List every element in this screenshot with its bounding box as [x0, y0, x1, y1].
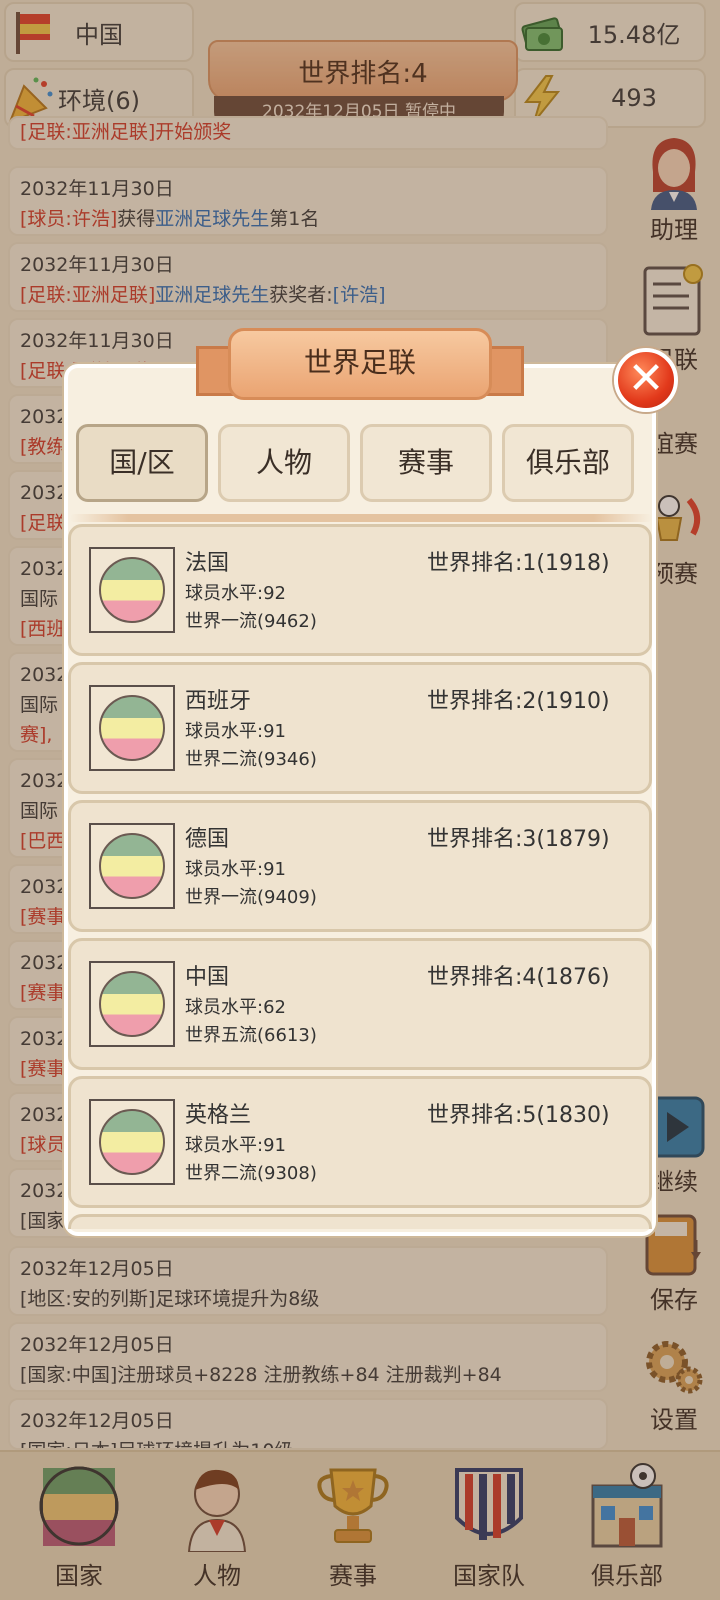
tab-divider — [70, 514, 652, 522]
country-flag-frame — [89, 961, 175, 1047]
country-flag-icon — [99, 557, 165, 623]
tab-country-region[interactable]: 国/区 — [76, 424, 208, 502]
country-tier: 世界一流(9409) — [185, 887, 317, 908]
country-card[interactable]: 英格兰 世界排名:5(1830) 球员水平:91 世界二流(9308) — [68, 1076, 652, 1208]
player-level: 球员水平:91 — [185, 1135, 286, 1156]
country-flag-icon — [99, 1109, 165, 1175]
dialog-title: 世界足联 — [228, 328, 492, 400]
country-rank: 世界排名:1(1918) — [427, 551, 610, 576]
close-icon: ✕ — [627, 353, 665, 404]
country-flag-frame — [89, 823, 175, 909]
tab-label: 人物 — [255, 446, 312, 479]
country-name: 英格兰 — [185, 1103, 252, 1128]
tab-label: 国/区 — [109, 446, 175, 479]
player-level: 球员水平:92 — [185, 583, 286, 604]
country-flag-icon — [99, 833, 165, 899]
close-button[interactable]: ✕ — [614, 348, 678, 412]
country-name: 中国 — [185, 965, 230, 990]
country-rank: 世界排名:5(1830) — [427, 1103, 610, 1128]
player-level: 球员水平:91 — [185, 721, 286, 742]
country-name: 西班牙 — [185, 689, 252, 714]
tab-people[interactable]: 人物 — [218, 424, 350, 502]
country-tier: 世界一流(9462) — [185, 611, 317, 632]
tab-events[interactable]: 赛事 — [360, 424, 492, 502]
country-flag-icon — [99, 695, 165, 761]
tab-label: 俱乐部 — [525, 446, 610, 479]
player-level: 球员水平:62 — [185, 997, 286, 1018]
country-card[interactable]: 法国 世界排名:1(1918) 球员水平:92 世界一流(9462) — [68, 524, 652, 656]
player-level: 球员水平:91 — [185, 859, 286, 880]
country-rank: 世界排名:3(1879) — [427, 827, 610, 852]
country-tier: 世界五流(6613) — [185, 1025, 317, 1046]
country-tier: 世界二流(9346) — [185, 749, 317, 770]
country-flag-frame — [89, 685, 175, 771]
country-ranking-list[interactable]: 法国 世界排名:1(1918) 球员水平:92 世界一流(9462) 西班牙 世… — [68, 524, 652, 1229]
tab-clubs[interactable]: 俱乐部 — [502, 424, 634, 502]
country-name: 法国 — [185, 551, 230, 576]
tab-label: 赛事 — [397, 446, 454, 479]
country-rank: 世界排名:4(1876) — [427, 965, 610, 990]
country-flag-frame — [89, 1099, 175, 1185]
country-flag-frame — [89, 547, 175, 633]
country-flag-icon — [99, 971, 165, 1037]
country-card[interactable]: 西班牙 世界排名:2(1910) 球员水平:91 世界二流(9346) — [68, 662, 652, 794]
country-name: 德国 — [185, 827, 230, 852]
country-card[interactable]: 德国 世界排名:3(1879) 球员水平:91 世界一流(9409) — [68, 800, 652, 932]
country-rank: 世界排名:2(1910) — [427, 689, 610, 714]
country-card[interactable]: 中国 世界排名:4(1876) 球员水平:62 世界五流(6613) — [68, 938, 652, 1070]
country-card[interactable] — [68, 1214, 652, 1229]
country-tier: 世界二流(9308) — [185, 1163, 317, 1184]
